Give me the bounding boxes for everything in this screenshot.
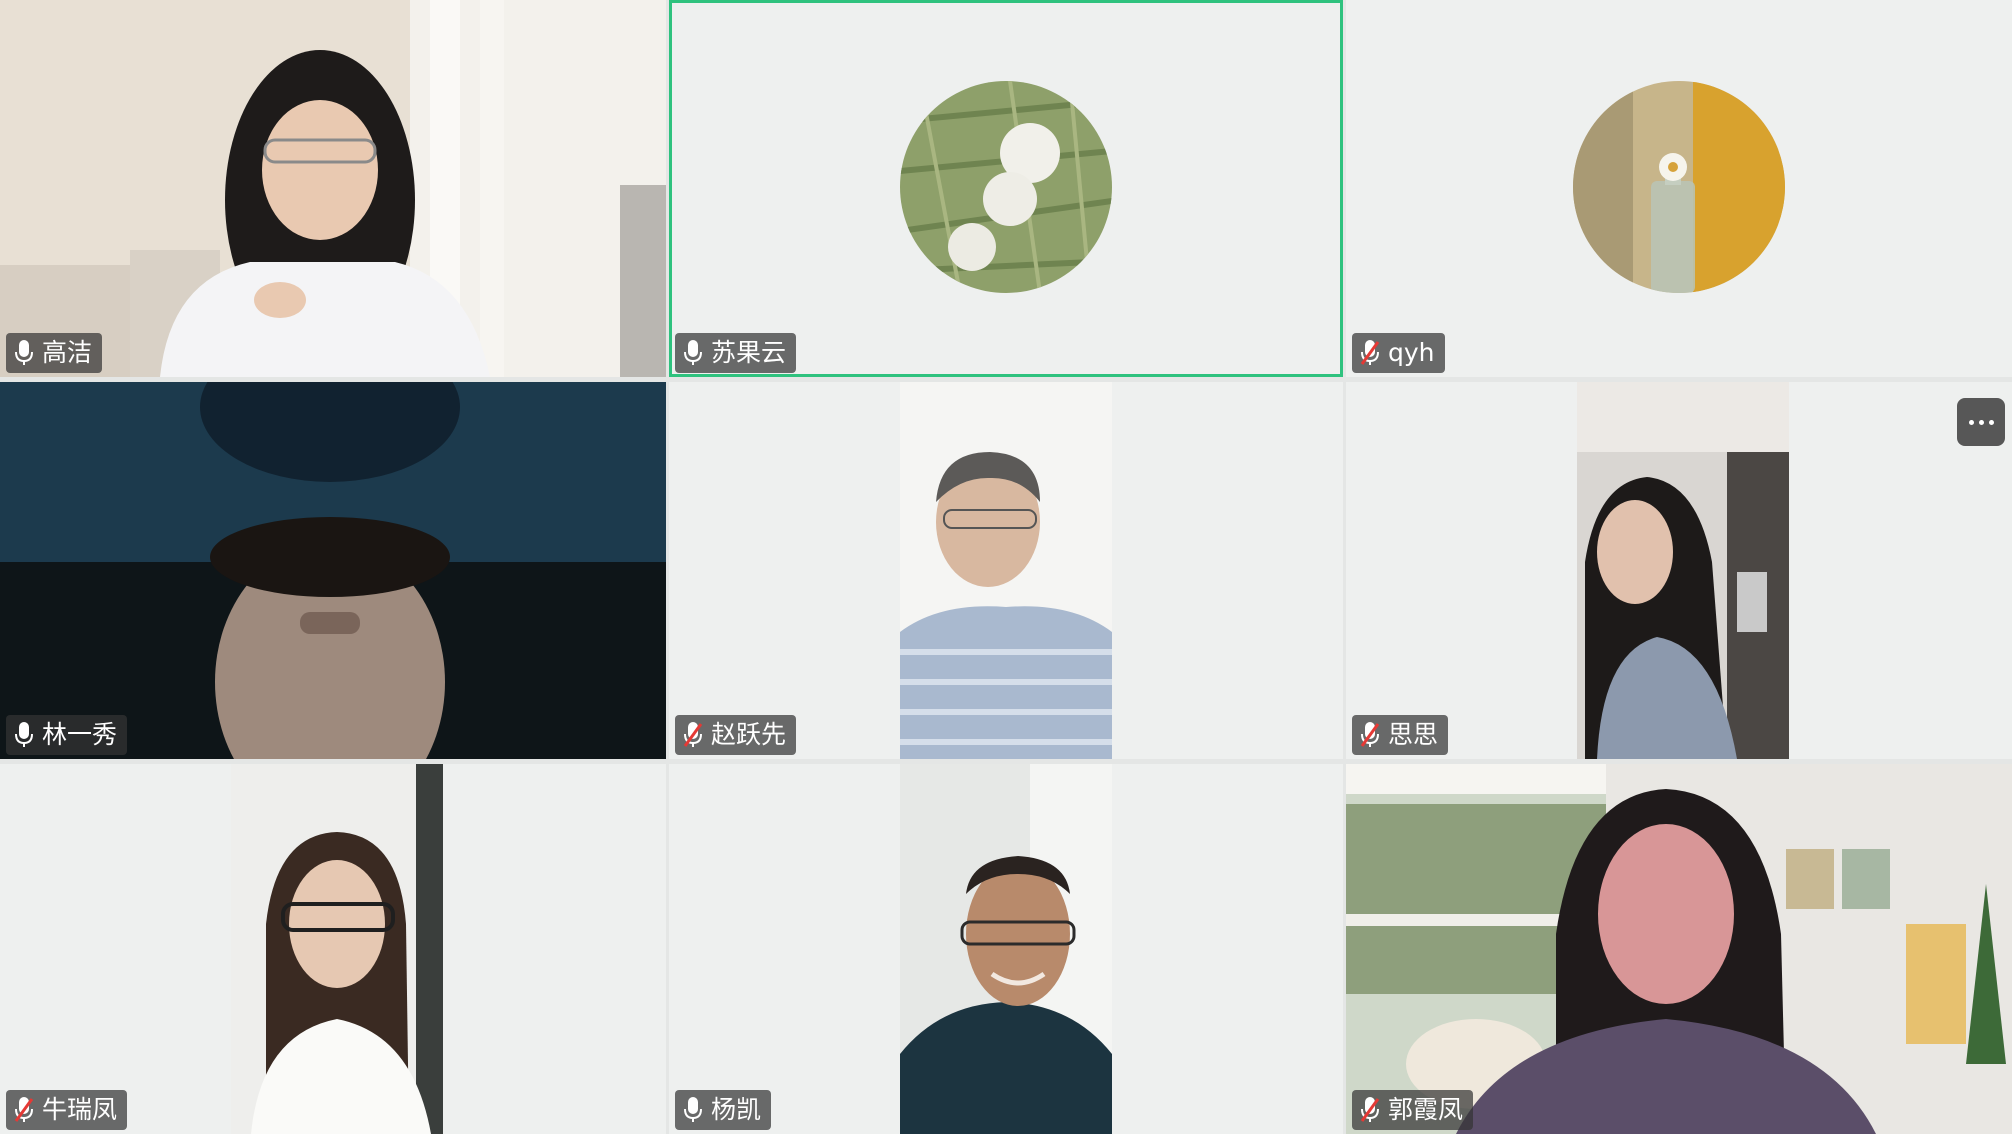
participant-name: 高洁 xyxy=(42,338,93,367)
participant-name: 思思 xyxy=(1388,720,1439,749)
participant-tile[interactable]: 郭霞凤 xyxy=(1346,764,2012,1134)
participant-name: 郭霞凤 xyxy=(1388,1095,1464,1124)
microphone-icon xyxy=(15,340,33,365)
microphone-muted-icon xyxy=(683,722,703,747)
dandelion-avatar-image xyxy=(900,81,1112,293)
flower-vase-avatar-image xyxy=(1573,81,1785,293)
participant-name-tag: 苏果云 xyxy=(675,333,797,373)
participant-avatar xyxy=(900,81,1112,293)
video-grid: 高洁 苏果云 qyh 林一秀 赵跃先 思思 牛瑞凤 杨凯 郭霞凤 xyxy=(0,0,2012,1134)
participant-name: 杨凯 xyxy=(711,1095,762,1124)
participant-tile[interactable]: 牛瑞凤 xyxy=(0,764,666,1134)
participant-name-tag: qyh xyxy=(1352,333,1445,373)
microphone-icon xyxy=(684,340,702,365)
participant-name: 林一秀 xyxy=(42,720,118,749)
participant-name: 牛瑞凤 xyxy=(42,1095,118,1124)
participant-video xyxy=(231,764,443,1134)
microphone-muted-icon xyxy=(1360,722,1380,747)
participant-avatar xyxy=(1573,81,1785,293)
microphone-muted-icon xyxy=(1360,340,1380,365)
participant-name: 赵跃先 xyxy=(711,720,787,749)
participant-video xyxy=(900,382,1112,759)
participant-name-tag: 牛瑞凤 xyxy=(6,1090,128,1130)
more-options-button[interactable] xyxy=(1957,398,2005,446)
participant-tile-active-speaker[interactable]: 苏果云 xyxy=(669,0,1343,377)
participant-video xyxy=(900,764,1112,1134)
microphone-muted-icon xyxy=(1360,1097,1380,1122)
participant-tile[interactable]: qyh xyxy=(1346,0,2012,377)
participant-video xyxy=(0,382,666,759)
participant-video xyxy=(1577,382,1789,759)
participant-name-tag: 赵跃先 xyxy=(675,715,797,755)
participant-tile[interactable]: 杨凯 xyxy=(669,764,1343,1134)
participant-name-tag: 高洁 xyxy=(6,333,103,373)
microphone-icon xyxy=(15,722,33,747)
participant-name-tag: 郭霞凤 xyxy=(1352,1090,1474,1130)
participant-video xyxy=(1346,764,2012,1134)
participant-tile[interactable]: 赵跃先 xyxy=(669,382,1343,759)
more-horizontal-icon xyxy=(1968,419,1974,425)
participant-name-tag: 林一秀 xyxy=(6,715,128,755)
participant-tile[interactable]: 高洁 xyxy=(0,0,666,377)
participant-name: 苏果云 xyxy=(711,338,787,367)
participant-name-tag: 杨凯 xyxy=(675,1090,772,1130)
participant-tile[interactable]: 思思 xyxy=(1346,382,2012,759)
participant-video xyxy=(0,0,666,377)
microphone-icon xyxy=(684,1097,702,1122)
participant-name: qyh xyxy=(1388,338,1435,367)
participant-name-tag: 思思 xyxy=(1352,715,1449,755)
microphone-muted-icon xyxy=(14,1097,34,1122)
participant-tile[interactable]: 林一秀 xyxy=(0,382,666,759)
